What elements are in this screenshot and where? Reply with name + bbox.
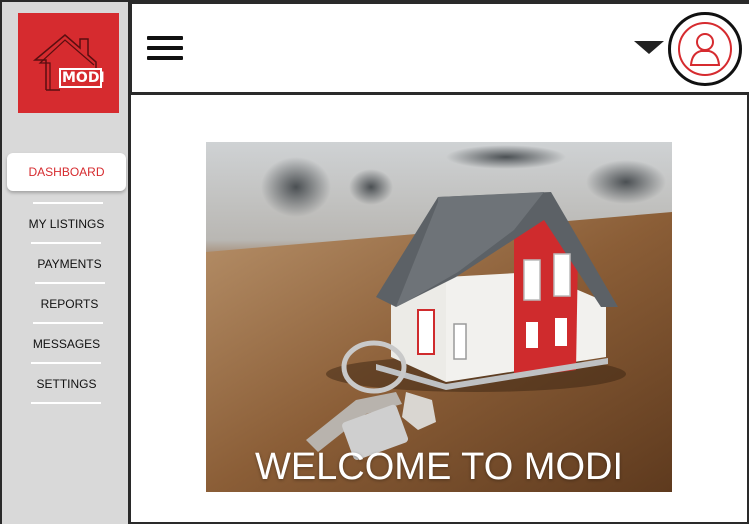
nav-divider — [31, 242, 101, 244]
house-with-keys-image — [206, 142, 672, 492]
nav-divider — [31, 362, 101, 364]
sidebar-item-payments[interactable]: PAYMENTS — [5, 254, 134, 274]
app-frame: MODI DASHBOARD MY LISTINGS PAYMENTS REPO… — [0, 0, 749, 524]
modi-logo[interactable]: MODI — [18, 13, 119, 113]
nav-divider — [31, 402, 101, 404]
house-logo-icon — [32, 34, 102, 91]
sidebar-item-settings[interactable]: SETTINGS — [2, 374, 131, 394]
sidebar: MODI DASHBOARD MY LISTINGS PAYMENTS REPO… — [2, 2, 131, 524]
sidebar-item-reports[interactable]: REPORTS — [5, 294, 134, 314]
logo-text: MODI — [62, 70, 105, 86]
sidebar-item-my-listings[interactable]: MY LISTINGS — [2, 214, 131, 234]
hero-image — [206, 142, 672, 492]
user-avatar-icon[interactable] — [668, 12, 742, 86]
welcome-heading: WELCOME TO MODI — [254, 445, 624, 488]
nav-divider — [35, 282, 105, 284]
caret-down-icon[interactable] — [634, 41, 664, 54]
hamburger-menu-icon[interactable] — [147, 36, 183, 60]
nav-divider — [33, 202, 103, 204]
nav-divider — [33, 322, 103, 324]
sidebar-item-dashboard[interactable]: DASHBOARD — [7, 153, 126, 191]
sidebar-item-messages[interactable]: MESSAGES — [2, 334, 131, 354]
